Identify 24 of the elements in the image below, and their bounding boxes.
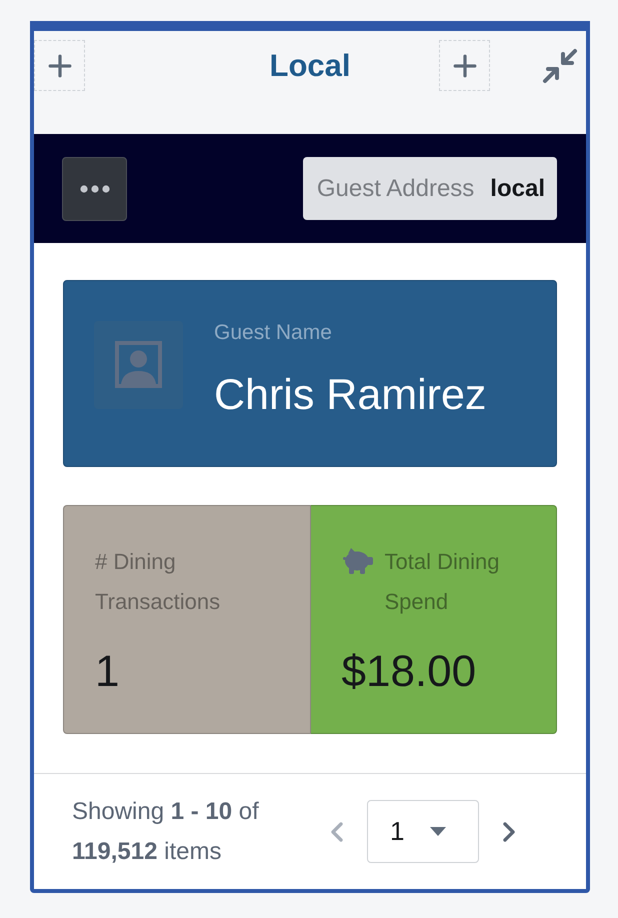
chevron-left-icon bbox=[330, 820, 344, 842]
panel-title: Local bbox=[270, 47, 350, 85]
filter-chip[interactable]: Guest Address local bbox=[302, 157, 557, 220]
guest-name-label: Guest Name bbox=[214, 320, 333, 346]
person-icon bbox=[94, 321, 183, 409]
metric-value: 1 bbox=[95, 646, 120, 698]
more-button[interactable] bbox=[62, 156, 127, 220]
metric-label: Total Dining Spend bbox=[384, 548, 500, 616]
page-select[interactable]: 1 bbox=[367, 800, 479, 863]
metric-value: $18.00 bbox=[342, 646, 478, 698]
caret-down-icon bbox=[430, 826, 446, 836]
chevron-right-icon bbox=[502, 820, 516, 842]
add-button[interactable] bbox=[439, 40, 490, 91]
add-button[interactable] bbox=[34, 40, 85, 91]
plus-icon bbox=[46, 52, 72, 78]
filter-value: local bbox=[490, 174, 545, 202]
guest-name: Chris Ramirez bbox=[214, 370, 486, 421]
ellipsis-icon bbox=[80, 184, 110, 192]
pagination-summary: Showing 1 - 10 of 119,512 items bbox=[72, 796, 260, 866]
collapse-icon[interactable] bbox=[542, 48, 578, 84]
filter-label: Guest Address bbox=[316, 174, 474, 202]
metric-label: # Dining Transactions bbox=[95, 548, 222, 616]
piggy-bank-icon bbox=[342, 547, 374, 575]
plus-icon bbox=[452, 52, 478, 78]
